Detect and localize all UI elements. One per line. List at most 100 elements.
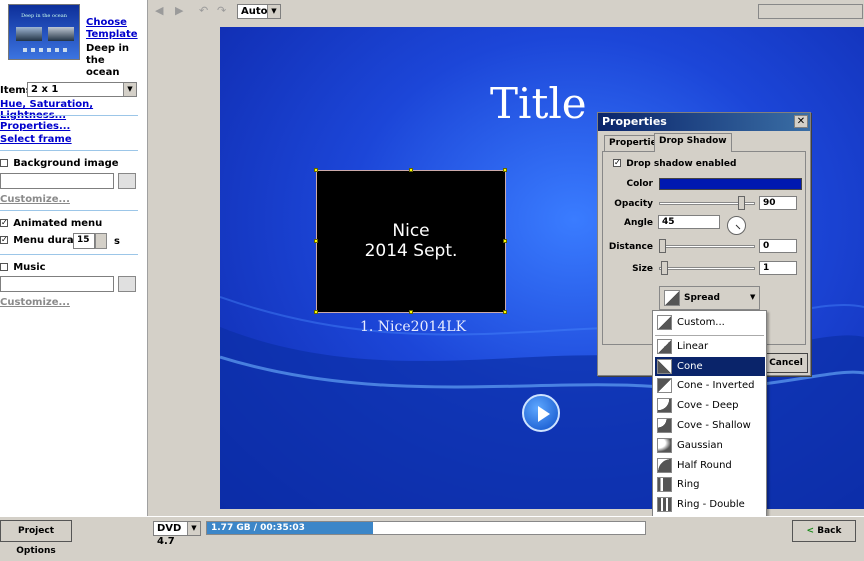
spread-shape-icon — [657, 338, 672, 354]
color-label: Color — [626, 179, 654, 189]
menu-duration-input[interactable]: 15 — [73, 233, 95, 249]
items-select[interactable]: 2 x 1 ▼ — [27, 82, 137, 97]
thumbnail-title: Deep in the ocean — [21, 13, 67, 19]
spread-option[interactable]: Ring — [655, 475, 765, 494]
chevron-down-icon[interactable]: ▼ — [267, 5, 280, 18]
chapter-caption[interactable]: 1. Nice2014LK — [360, 319, 466, 335]
dialog-title: Properties — [602, 115, 667, 128]
template-name: Deep in the ocean — [86, 43, 130, 78]
size-slider-track[interactable] — [659, 267, 755, 270]
zoom-select[interactable]: Auto ▼ — [237, 4, 281, 19]
play-button[interactable] — [522, 394, 560, 432]
properties-link[interactable]: Properties... — [0, 121, 70, 132]
resize-handle[interactable] — [314, 239, 318, 243]
resize-handle[interactable] — [503, 310, 507, 314]
spread-option-label: Cone - Inverted — [677, 380, 755, 392]
resize-handle[interactable] — [409, 310, 413, 314]
spread-option[interactable]: Half Round — [655, 456, 765, 475]
background-image-label: Background image — [13, 158, 119, 169]
spread-dropdown-button[interactable]: Spread ▼ — [659, 286, 760, 310]
resize-handle[interactable] — [503, 168, 507, 172]
chevron-left-icon: < — [806, 526, 815, 536]
chevron-down-icon[interactable]: ▼ — [187, 522, 200, 535]
choose-template-link[interactable]: Choose Template — [86, 17, 141, 41]
spread-shape-icon — [657, 398, 672, 414]
hsl-link[interactable]: Hue, Saturation, Lightness... — [0, 99, 147, 121]
animated-menu-checkbox[interactable]: ✓ — [0, 219, 8, 227]
spread-shape-icon — [657, 315, 672, 330]
spread-option[interactable]: Ring - Double — [655, 495, 765, 514]
size-label: Size — [632, 264, 653, 274]
opacity-input[interactable]: 90 — [759, 196, 797, 210]
select-frame-link[interactable]: Select frame — [0, 134, 72, 145]
thumbnail-buttons — [23, 48, 67, 52]
music-checkbox[interactable] — [0, 263, 8, 271]
back-button[interactable]: < Back — [792, 520, 856, 542]
spread-option[interactable]: Gaussian — [655, 436, 765, 455]
spread-option[interactable]: Cove - Deep — [655, 396, 765, 415]
spread-option-label: Custom... — [677, 317, 725, 328]
spread-option[interactable]: Cone - Inverted — [655, 376, 765, 395]
angle-dial-icon[interactable] — [727, 216, 746, 235]
tab-drop-shadow[interactable]: Drop Shadow — [654, 133, 732, 152]
size-slider-handle[interactable] — [661, 261, 668, 275]
opacity-label: Opacity — [614, 199, 653, 209]
disc-usage-bar: 1.77 GB / 00:35:03 — [206, 521, 646, 535]
menu-duration-unit: s — [114, 236, 120, 247]
spread-option[interactable]: Cone — [655, 356, 765, 376]
customize-background-link[interactable]: Customize... — [0, 194, 70, 205]
background-image-checkbox[interactable] — [0, 159, 8, 167]
distance-slider-handle[interactable] — [659, 239, 666, 253]
background-image-field[interactable] — [0, 173, 114, 189]
chevron-down-icon: ▼ — [750, 293, 756, 301]
size-input[interactable]: 1 — [759, 261, 797, 275]
chapter-thumbnail[interactable]: Nice 2014 Sept. — [314, 168, 507, 314]
music-field[interactable] — [0, 276, 114, 292]
disc-type-select[interactable]: DVD 4.7 ▼ — [153, 521, 201, 547]
distance-slider-track[interactable] — [659, 245, 755, 248]
animated-menu-row: ✓ Animated menu — [0, 218, 102, 229]
previous-icon[interactable]: ◀ — [155, 4, 163, 17]
background-image-browse-button[interactable] — [118, 173, 136, 189]
divider — [0, 254, 138, 255]
resize-handle[interactable] — [503, 239, 507, 243]
redo-icon[interactable]: ↷ — [217, 4, 226, 17]
project-options-button[interactable]: Project Options — [0, 520, 72, 556]
angle-label: Angle — [623, 218, 653, 228]
cancel-button[interactable]: Cancel — [764, 353, 808, 373]
spread-shape-icon — [657, 378, 672, 394]
spread-shape-icon — [657, 418, 672, 433]
dialog-titlebar[interactable]: Properties ✕ — [598, 113, 810, 131]
spread-option[interactable]: Cove - Shallow — [655, 416, 765, 435]
shadow-color-swatch[interactable] — [659, 178, 802, 190]
resize-handle[interactable] — [409, 168, 413, 172]
chevron-down-icon[interactable]: ▼ — [123, 83, 136, 96]
disc-type-value: DVD 4.7 — [157, 523, 182, 547]
angle-dial-needle — [735, 224, 741, 230]
angle-input[interactable]: 45 — [658, 215, 720, 229]
spread-option[interactable]: Linear — [655, 337, 765, 356]
resize-handle[interactable] — [314, 168, 318, 172]
template-thumbnail[interactable]: Deep in the ocean — [8, 4, 80, 60]
menu-duration-checkbox[interactable]: ✓ — [0, 236, 8, 244]
drop-shadow-enabled-checkbox[interactable]: ✓ — [613, 159, 621, 167]
zoom-select-value: Auto — [241, 6, 268, 17]
menu-duration-stepper[interactable] — [95, 233, 107, 249]
menu-title[interactable]: Title — [490, 79, 587, 128]
drop-shadow-enabled-row: ✓ Drop shadow enabled — [613, 158, 736, 169]
opacity-slider-handle[interactable] — [738, 196, 745, 210]
thumbnail-photo-1 — [16, 27, 42, 41]
resize-handle[interactable] — [314, 310, 318, 314]
close-icon[interactable]: ✕ — [794, 115, 808, 128]
spread-option-label: Cove - Deep — [677, 400, 739, 412]
music-browse-button[interactable] — [118, 276, 136, 292]
spread-option-label: Cone — [677, 360, 703, 372]
spread-label: Spread — [684, 293, 720, 303]
next-icon[interactable]: ▶ — [175, 4, 183, 17]
spread-shape-icon — [657, 497, 672, 513]
undo-icon[interactable]: ↶ — [199, 4, 208, 17]
distance-input[interactable]: 0 — [759, 239, 797, 253]
divider — [0, 115, 138, 116]
spread-option[interactable]: Custom... — [655, 313, 765, 332]
customize-music-link[interactable]: Customize... — [0, 297, 70, 308]
